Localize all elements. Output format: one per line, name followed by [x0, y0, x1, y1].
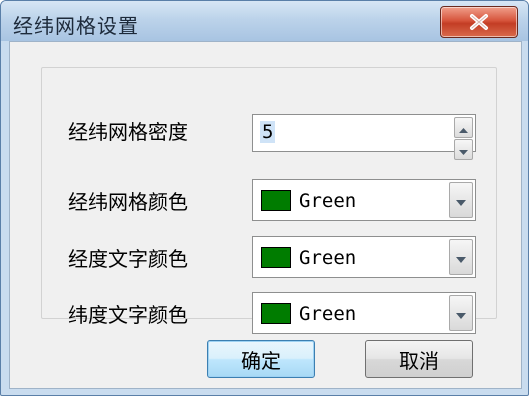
lat-text-color-label: 纬度文字颜色	[68, 303, 188, 327]
ok-button[interactable]: 确定	[207, 340, 315, 378]
density-value[interactable]: 5	[260, 121, 276, 143]
chevron-down-icon	[456, 304, 466, 323]
close-button[interactable]	[440, 6, 518, 38]
lat-text-color-value: Green	[299, 303, 357, 325]
chevron-down-icon	[456, 191, 466, 210]
settings-group-box: 经纬网格密度 5 经纬网格颜色 Green 经度文字颜色 Green 纬度文字颜…	[41, 67, 497, 334]
density-label: 经纬网格密度	[68, 120, 188, 144]
lat-text-color-swatch	[261, 303, 291, 324]
cancel-button[interactable]: 取消	[365, 340, 473, 378]
grid-color-label: 经纬网格颜色	[68, 190, 188, 214]
lat-text-color-dropdown-button[interactable]	[449, 295, 473, 331]
spin-up-icon	[459, 118, 468, 137]
grid-color-swatch	[261, 190, 291, 211]
settings-dialog: 经纬网格设置 经纬网格密度 5 经纬网格颜色 Green 经度文字颜色 Gree…	[0, 0, 529, 396]
lon-text-color-swatch	[261, 247, 291, 268]
lon-text-color-value: Green	[299, 247, 357, 269]
spin-down-icon	[459, 140, 468, 159]
density-spinbox[interactable]: 5	[252, 114, 476, 160]
title-bar[interactable]: 经纬网格设置	[1, 1, 528, 41]
window-title: 经纬网格设置	[13, 14, 139, 38]
lat-text-color-select[interactable]: Green	[252, 292, 476, 334]
grid-color-select[interactable]: Green	[252, 179, 476, 221]
lon-text-color-label: 经度文字颜色	[68, 247, 188, 271]
dialog-client-area: 经纬网格密度 5 经纬网格颜色 Green 经度文字颜色 Green 纬度文字颜…	[9, 41, 522, 389]
grid-color-dropdown-button[interactable]	[449, 182, 473, 218]
spin-down-button[interactable]	[454, 139, 473, 160]
lon-text-color-select[interactable]: Green	[252, 236, 476, 278]
grid-color-value: Green	[299, 190, 357, 212]
spin-up-button[interactable]	[454, 117, 473, 138]
close-icon	[468, 13, 490, 31]
lon-text-color-dropdown-button[interactable]	[449, 239, 473, 275]
chevron-down-icon	[456, 248, 466, 267]
